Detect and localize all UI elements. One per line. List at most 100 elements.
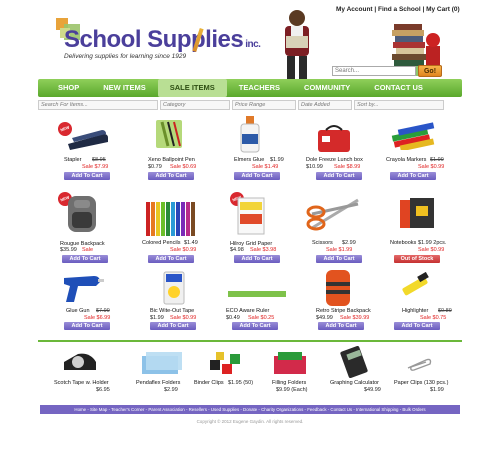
product-price: $1.99 2pcs. xyxy=(418,240,447,246)
wite-out-image xyxy=(163,271,185,305)
search-items-input[interactable]: Search For Items... xyxy=(38,100,158,110)
product-name: Notebooks xyxy=(390,240,417,246)
product-price: $7.99 xyxy=(96,308,110,314)
main-nav: SHOP NEW ITEMS SALE ITEMS TEACHERS COMMU… xyxy=(38,79,462,97)
product-price: $1.95 (50) xyxy=(228,380,254,386)
add-to-cart-button[interactable]: Add To Cart xyxy=(394,322,440,330)
brand-logo[interactable]: School Supplies inc. xyxy=(64,26,261,54)
product-price: $49.99 xyxy=(364,387,381,393)
pen-image xyxy=(156,120,182,148)
product-price: $0.89 xyxy=(438,308,452,314)
product-sale: Sale $0.69 xyxy=(170,164,197,170)
add-to-cart-button[interactable]: Add To Cart xyxy=(64,172,110,180)
add-to-cart-button[interactable]: Add To Cart xyxy=(234,255,280,263)
product-price: $49.99 xyxy=(316,315,333,321)
product-price: $9.99 (Each) xyxy=(276,387,308,393)
nav-teachers[interactable]: TEACHERS xyxy=(227,79,292,97)
folders-image xyxy=(142,352,182,374)
product-name: Stapler xyxy=(64,157,82,163)
product-sale: Sale $7.99 xyxy=(82,164,109,170)
product-name: Elmers Glue xyxy=(234,157,265,163)
notebooks-image xyxy=(400,198,434,228)
date-added-select[interactable]: Date Added xyxy=(298,100,352,110)
product-price: $8.95 xyxy=(92,157,106,163)
add-to-cart-button[interactable]: Add To Cart xyxy=(390,172,436,180)
product-name: Highlighter xyxy=(402,308,429,314)
nav-contact-us[interactable]: CONTACT US xyxy=(362,79,435,97)
markers-image xyxy=(391,122,435,150)
product-name: Pendaflex Folders xyxy=(136,380,181,386)
category-select[interactable]: Category xyxy=(160,100,230,110)
go-button[interactable]: Go! xyxy=(418,65,442,77)
product-sale: Sale $1.99 xyxy=(326,247,353,253)
product-sale: Sale $0.99 xyxy=(418,247,445,253)
top-links[interactable]: My Account | Find a School | My Cart (0) xyxy=(336,6,460,13)
add-to-cart-button[interactable]: Add To Cart xyxy=(64,322,110,330)
add-to-cart-button[interactable]: Add To Cart xyxy=(234,172,280,180)
nav-community[interactable]: COMMUNITY xyxy=(292,79,362,97)
product-price: $1.49 xyxy=(184,240,198,246)
product-price: $1.99 xyxy=(430,387,444,393)
product-name: Filling Folders xyxy=(272,380,307,386)
nav-new-items[interactable]: NEW ITEMS xyxy=(91,79,158,97)
product-name: Xeno Ballpoint Pen xyxy=(148,157,195,163)
add-to-cart-button[interactable]: Add To Cart xyxy=(148,255,194,263)
backpack-image xyxy=(68,196,96,232)
scissors-image xyxy=(306,198,359,231)
glue-image xyxy=(240,116,260,153)
product-name: Scissors xyxy=(312,240,333,246)
product-sale: Sale $0.25 xyxy=(248,315,275,321)
paper-clip-image xyxy=(407,358,432,371)
search-input[interactable]: Search... xyxy=(332,66,416,76)
add-to-cart-button[interactable]: Add To Cart xyxy=(318,322,364,330)
student-image xyxy=(285,10,309,80)
grid-paper-image xyxy=(237,197,265,235)
filter-bar: Search For Items... Category Price Range… xyxy=(38,100,462,110)
product-name: Crayola Markers xyxy=(386,157,427,163)
product-sale: Sale $1.49 xyxy=(252,164,279,170)
add-to-cart-button[interactable]: Add To Cart xyxy=(62,255,108,263)
sort-by-select[interactable]: Sort by... xyxy=(354,100,444,110)
product-name: ECO Aware Ruler xyxy=(226,308,270,314)
copyright: Copyright © 2012 Eugene Gaydin. All righ… xyxy=(196,419,304,424)
binder-clips-image xyxy=(210,352,240,374)
add-to-cart-button[interactable]: Add To Cart xyxy=(316,255,362,263)
price-range-select[interactable]: Price Range xyxy=(232,100,296,110)
product-sale: Sale $3.98 xyxy=(250,247,277,253)
product-sale: Sale $39.99 xyxy=(340,315,370,321)
product-price: $6.95 xyxy=(96,387,110,393)
product-sale: Sale $0.99 xyxy=(170,247,197,253)
product-name: Binder Clips xyxy=(194,380,224,386)
stapler-image xyxy=(68,130,108,150)
product-price: $0.49 xyxy=(226,315,240,321)
filing-folders-image xyxy=(274,352,306,374)
product-name: Paper Clips (130 pcs.) xyxy=(394,380,449,386)
product-sale: Sale $6.99 xyxy=(84,315,111,321)
product-sale: Sale $0.99 xyxy=(170,315,197,321)
product-price: $0.79 xyxy=(148,164,162,170)
product-name: Bic Wite-Out Tape xyxy=(150,308,195,314)
product-price: $1.99 xyxy=(270,157,284,163)
product-name: Scotch Tape w. Holder xyxy=(54,380,109,386)
ruler-image xyxy=(228,291,286,297)
add-to-cart-button[interactable]: Add To Cart xyxy=(232,322,278,330)
product-sale: Sale $8.99 xyxy=(334,164,361,170)
nav-shop[interactable]: SHOP xyxy=(38,79,91,97)
product-price: $2.99 xyxy=(342,240,356,246)
tagline: Delivering supplies for learning since 1… xyxy=(64,53,187,60)
out-of-stock-button[interactable]: Out of Stock xyxy=(394,255,440,263)
product-sale: Sale xyxy=(82,247,94,253)
add-to-cart-button[interactable]: Add To Cart xyxy=(148,172,194,180)
product-name: Colored Pencils xyxy=(142,240,181,246)
footer-nav[interactable]: Home - Site Map - Teacher's Corner - Par… xyxy=(40,405,460,414)
calculator-image xyxy=(340,346,368,378)
nav-sale-items[interactable]: SALE ITEMS xyxy=(157,79,227,97)
add-to-cart-button[interactable]: Add To Cart xyxy=(150,322,196,330)
product-sale: Sale $0.99 xyxy=(418,164,445,170)
product-price: $1.99 xyxy=(150,315,164,321)
section-divider xyxy=(38,340,462,342)
product-price: $35.99 xyxy=(60,247,77,253)
add-to-cart-button[interactable]: Add To Cart xyxy=(316,172,362,180)
colored-pencils-image xyxy=(146,202,195,236)
glue-gun-image xyxy=(64,276,104,302)
